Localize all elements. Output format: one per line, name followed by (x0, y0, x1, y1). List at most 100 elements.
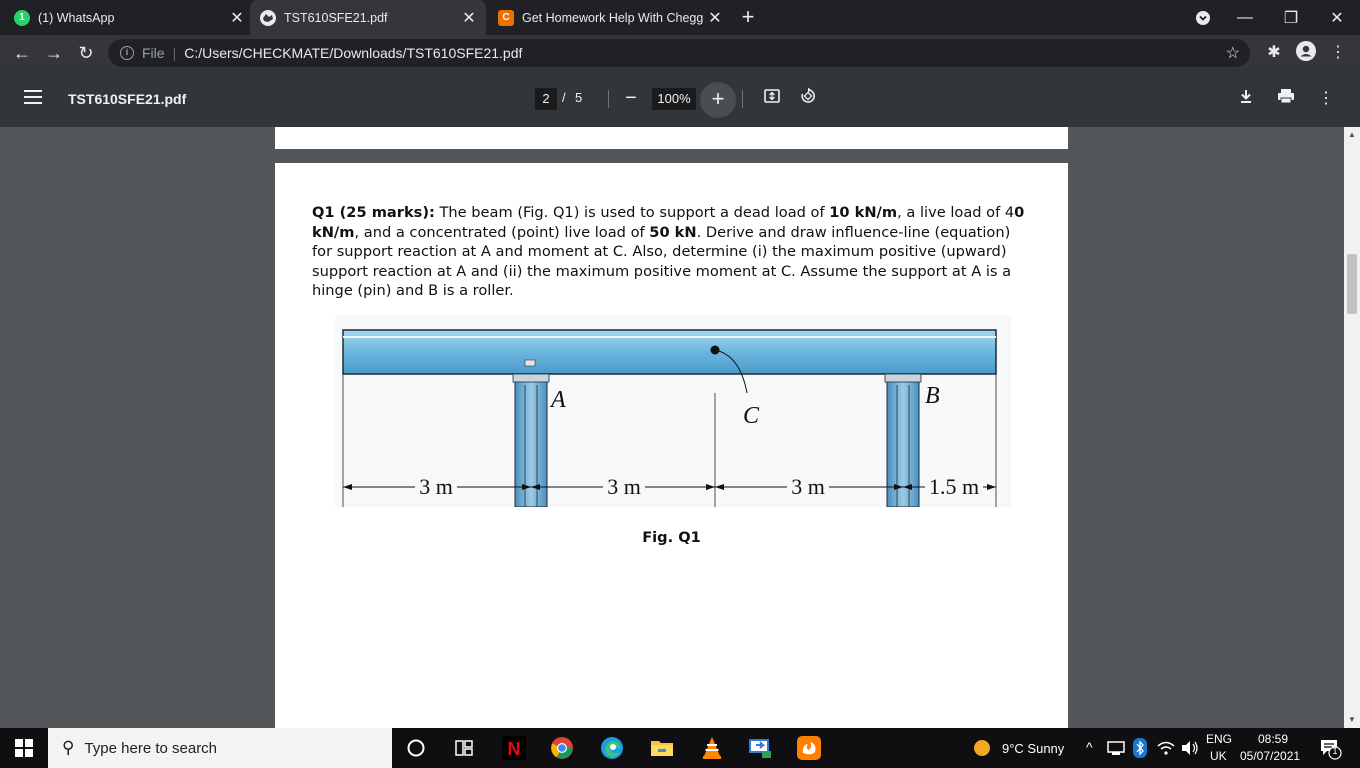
pdf-viewer[interactable]: Q1 (25 marks): The beam (Fig. Q1) is use… (0, 127, 1344, 728)
browser-menu-icon[interactable]: ⋮ (1326, 41, 1350, 65)
search-icon: ⚲ (62, 738, 75, 757)
label-a: A (549, 387, 566, 413)
tab-title: (1) WhatsApp (38, 10, 115, 25)
netflix-icon[interactable]: N (502, 736, 526, 760)
chegg-icon: C (498, 9, 514, 26)
dimension-label: 3 m (607, 474, 641, 499)
weather-text[interactable]: 9°C Sunny (1002, 741, 1064, 756)
scroll-down-icon[interactable]: ▼ (1344, 712, 1360, 728)
zoom-in-button[interactable]: + (700, 82, 736, 118)
toolbar-divider (742, 90, 743, 108)
profile-avatar[interactable] (1294, 41, 1318, 65)
windows-logo-icon (15, 739, 33, 757)
file-explorer-icon[interactable] (650, 736, 674, 760)
dead-load-value: 10 kN/m (829, 204, 898, 221)
download-icon[interactable] (1234, 87, 1258, 111)
page-separator: / (562, 90, 566, 105)
close-window-button[interactable]: ✕ (1314, 0, 1360, 35)
tab-strip: 1 (1) WhatsApp ✕ TST610SFE21.pdf ✕ C Get… (0, 0, 1360, 35)
minimize-button[interactable]: — (1222, 0, 1268, 35)
figure-caption: Fig. Q1 (642, 529, 701, 546)
remote-desktop-icon[interactable] (748, 736, 772, 760)
zoom-input[interactable]: 100% (652, 88, 696, 110)
page-total: 5 (575, 90, 583, 105)
more-options-icon[interactable]: ⋮ (1314, 87, 1338, 111)
forward-button[interactable]: → (42, 41, 66, 65)
menu-icon[interactable] (24, 90, 42, 108)
rotate-icon[interactable] (796, 87, 820, 111)
tab-title: Get Homework Help With Chegg (522, 10, 704, 25)
dimension-label: 3 m (419, 474, 453, 499)
pdf-page: Q1 (25 marks): The beam (Fig. Q1) is use… (275, 163, 1068, 728)
point-load-value: 50 kN (649, 223, 697, 241)
uc-browser-icon[interactable] (797, 736, 821, 760)
dimension-label: 3 m (791, 474, 825, 499)
notification-count: 1 (1332, 746, 1338, 756)
question-text-part: , a live load of 4 (897, 204, 1015, 221)
tab-chegg[interactable]: C Get Homework Help With Chegg ✕ (498, 0, 724, 35)
page-number-input[interactable]: 2 (535, 88, 557, 110)
whatsapp-icon: 1 (14, 9, 30, 26)
extensions-icon[interactable]: ✱ (1262, 41, 1286, 65)
pin-icon (524, 359, 536, 367)
zoom-out-button[interactable]: − (620, 83, 642, 113)
tab-pdf[interactable]: TST610SFE21.pdf ✕ (250, 0, 486, 35)
windows-start-button[interactable] (0, 728, 48, 768)
pdf-toolbar: TST610SFE21.pdf 2 / 5 − 100% + ⋮ (0, 71, 1360, 127)
volume-icon[interactable] (1178, 736, 1202, 760)
tray-chevron-icon[interactable]: ^ (1086, 739, 1093, 755)
scheme-divider: | (172, 45, 177, 61)
edge-icon[interactable] (600, 736, 624, 760)
language-line-1[interactable]: ENG (1206, 732, 1232, 746)
label-c: C (743, 403, 760, 429)
bluetooth-icon[interactable] (1128, 736, 1152, 760)
info-icon[interactable]: i (120, 46, 134, 60)
print-icon[interactable] (1274, 87, 1298, 111)
question-text: Q1 (25 marks): The beam (Fig. Q1) is use… (312, 203, 1028, 301)
notification-icon[interactable]: 1 (1318, 736, 1342, 760)
vertical-scrollbar[interactable]: ▲ ▼ (1344, 127, 1360, 728)
question-text-part: The beam (Fig. Q1) is used to support a … (434, 204, 830, 221)
beam-figure: A B C 3 m 3 m 3 m 1.5 m (335, 315, 1011, 507)
clock-time[interactable]: 08:59 (1258, 732, 1288, 746)
clock-date[interactable]: 05/07/2021 (1240, 749, 1300, 763)
close-tab-icon[interactable]: ✕ (460, 8, 478, 28)
search-placeholder: Type here to search (84, 739, 218, 757)
taskbar-search[interactable]: ⚲ Type here to search (48, 728, 392, 768)
scheme-label: File (142, 45, 165, 61)
wifi-icon[interactable] (1154, 736, 1178, 760)
address-bar[interactable]: i File | C:/Users/CHECKMATE/Downloads/TS… (108, 39, 1250, 67)
weather-sun-icon (970, 736, 994, 760)
browser-toolbar: ← → ↻ i File | C:/Users/CHECKMATE/Downlo… (0, 35, 1360, 71)
question-text-part: , and a concentrated (point) live load o… (354, 223, 650, 241)
task-view-icon[interactable] (452, 736, 476, 760)
fit-page-icon[interactable] (760, 87, 784, 111)
back-button[interactable]: ← (10, 41, 34, 65)
language-line-2[interactable]: UK (1210, 749, 1227, 763)
tab-whatsapp[interactable]: 1 (1) WhatsApp ✕ (14, 0, 246, 35)
vlc-icon[interactable] (700, 736, 724, 760)
globe-icon (260, 9, 276, 26)
pdf-title: TST610SFE21.pdf (68, 91, 187, 107)
network-adapter-icon[interactable] (1104, 736, 1128, 760)
close-tab-icon[interactable]: ✕ (706, 8, 724, 28)
bookmark-star-icon[interactable]: ☆ (1226, 43, 1240, 63)
question-label: Q1 (25 marks): (312, 204, 435, 221)
taskbar: ⚲ Type here to search N 9°C Sunny ^ ENG … (0, 728, 1360, 768)
restore-button[interactable]: ❐ (1268, 0, 1314, 35)
scroll-up-icon[interactable]: ▲ (1344, 127, 1360, 143)
cortana-icon[interactable] (404, 736, 428, 760)
toolbar-divider (608, 90, 609, 108)
new-tab-button[interactable]: + (736, 5, 760, 29)
reload-button[interactable]: ↻ (74, 41, 98, 65)
tab-search-button[interactable] (1180, 0, 1226, 35)
label-b: B (925, 383, 940, 409)
svg-text:N: N (508, 739, 521, 759)
chrome-icon[interactable] (550, 736, 574, 760)
tab-title: TST610SFE21.pdf (284, 10, 388, 25)
previous-page (275, 127, 1068, 149)
url-text: C:/Users/CHECKMATE/Downloads/TST610SFE21… (184, 45, 523, 61)
scroll-thumb[interactable] (1347, 254, 1357, 314)
dimension-label: 1.5 m (929, 474, 979, 499)
close-tab-icon[interactable]: ✕ (228, 8, 246, 28)
